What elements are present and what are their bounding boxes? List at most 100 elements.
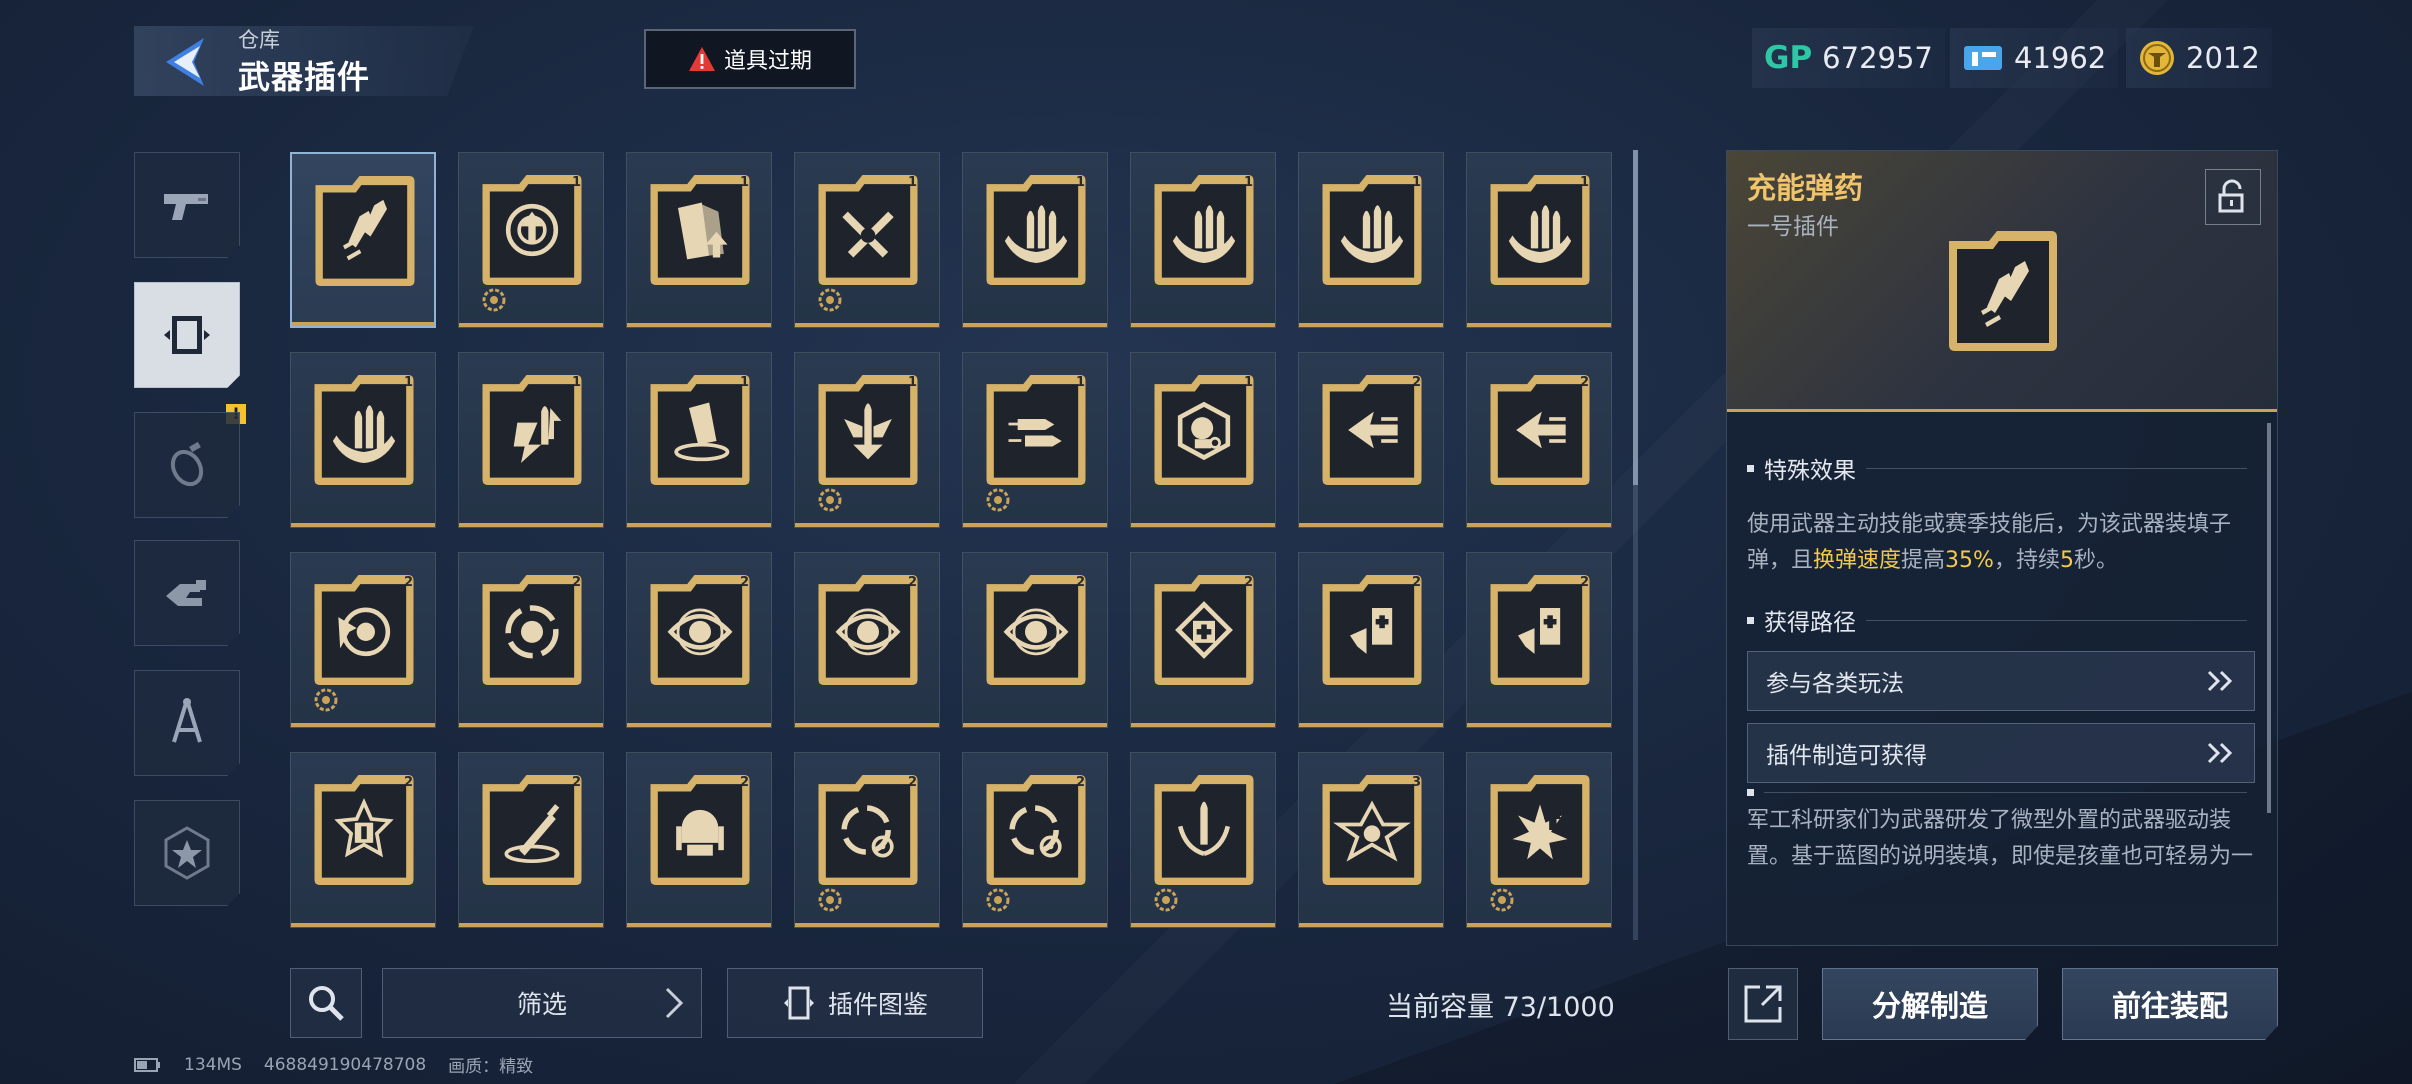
plugin-slot-card[interactable]: 3 xyxy=(1298,752,1444,928)
plugin-slot-card[interactable] xyxy=(1466,752,1612,928)
plugin-level: 1 xyxy=(1075,375,1085,390)
plugin-slot-card[interactable]: 2 xyxy=(1298,552,1444,728)
bullets-rocket-icon xyxy=(1949,231,2057,351)
plugin-slot-card[interactable]: 1 xyxy=(1466,152,1612,328)
side-tab-gear[interactable] xyxy=(134,540,240,646)
plugin-slot-card[interactable]: 2 xyxy=(290,752,436,928)
currency-ticket[interactable]: 41962 xyxy=(1950,28,2119,88)
plugin-slot-card[interactable]: 1 xyxy=(794,152,940,328)
page-title: 武器插件 xyxy=(238,58,371,96)
plugin-level: 2 xyxy=(571,775,581,790)
grid-scroll-thumb[interactable] xyxy=(1633,150,1638,485)
compass-icon xyxy=(172,698,202,743)
plugin-slot: 一号插件 xyxy=(1747,214,1839,240)
plugin-slot-card[interactable]: 1 xyxy=(626,352,772,528)
currency-ticket-value: 41962 xyxy=(2014,41,2107,75)
plugin-level: 1 xyxy=(1411,175,1421,190)
hand-gear-icon xyxy=(166,580,206,606)
plugin-slot-card[interactable]: 1 xyxy=(458,352,604,528)
plugin-level: 2 xyxy=(403,775,413,790)
plugin-level: 1 xyxy=(403,375,413,390)
route-label: 参与各类玩法 xyxy=(1766,671,1904,697)
plugin-slot-card[interactable] xyxy=(1130,752,1276,928)
divider xyxy=(1764,791,2247,793)
dismantle-craft-button[interactable]: 分解制造 xyxy=(1822,968,2038,1040)
equipped-gear-icon xyxy=(1151,885,1181,915)
go-equip-button[interactable]: 前往装配 xyxy=(2062,968,2278,1040)
side-tab-weapons[interactable] xyxy=(134,152,240,258)
plugin-slot-card[interactable]: 1 xyxy=(1130,352,1276,528)
search-icon xyxy=(309,986,344,1021)
plugin-slot-card[interactable]: 1 xyxy=(962,152,1108,328)
detail-scrollbar[interactable] xyxy=(2267,423,2271,813)
catalog-icon xyxy=(783,986,814,1020)
plugin-catalog-label: 插件图鉴 xyxy=(827,990,928,1019)
currency-gp[interactable]: GP 672957 xyxy=(1752,28,1945,88)
equipped-gear-icon xyxy=(1487,885,1517,915)
plugin-slot-card[interactable]: 2 xyxy=(1466,552,1612,728)
effect-text: 秒。 xyxy=(2073,548,2118,573)
side-tab-badges[interactable] xyxy=(134,800,240,906)
lore-text: 军工科研家们为武器研发了微型外置的武器驱动装置。基于蓝图的说明装填，即使是孩童也… xyxy=(1747,808,2254,869)
side-tab-plugins[interactable] xyxy=(134,282,240,388)
plugin-slot-card[interactable]: 1 xyxy=(1130,152,1276,328)
unlock-icon xyxy=(2218,179,2244,213)
plugin-slot-card[interactable]: 2 xyxy=(962,552,1108,728)
back-icon[interactable] xyxy=(160,34,210,90)
plugin-slot-card[interactable] xyxy=(290,152,436,328)
plugin-level: 1 xyxy=(1075,175,1085,190)
plugin-slot-card[interactable]: 2 xyxy=(1466,352,1612,528)
currency-coin[interactable]: 2012 xyxy=(2126,28,2272,88)
plugin-slot-card[interactable]: 1 xyxy=(458,152,604,328)
filter-label: 筛选 xyxy=(516,990,567,1019)
plugin-level: 1 xyxy=(1243,375,1253,390)
item-expired-button[interactable]: 道具过期 xyxy=(644,29,856,89)
source-route-crafting[interactable]: 插件制造可获得 xyxy=(1747,723,2255,783)
capacity-text: 当前容量 73/1000 xyxy=(1386,992,1615,1023)
source-section-title: 获得路径 xyxy=(1747,603,2247,637)
lock-button[interactable] xyxy=(2205,169,2261,225)
plugin-slot-card[interactable]: 1 xyxy=(962,352,1108,528)
side-tab-blueprints[interactable] xyxy=(134,670,240,776)
plugin-slot-card[interactable]: 2 xyxy=(290,552,436,728)
equipped-gear-icon xyxy=(479,285,509,315)
warning-icon xyxy=(688,47,715,71)
plugin-slot-card[interactable]: 2 xyxy=(1130,552,1276,728)
plugin-chip-icon xyxy=(164,316,210,354)
plugin-slot-card[interactable]: 2 xyxy=(794,752,940,928)
plugin-level: 1 xyxy=(1579,175,1589,190)
currency-coin-value: 2012 xyxy=(2186,41,2260,75)
plugin-level: 1 xyxy=(571,175,581,190)
search-button[interactable] xyxy=(290,968,362,1038)
lore-divider xyxy=(1747,791,2247,793)
currency-gp-value: 672957 xyxy=(1822,41,1933,75)
plugin-slot-card[interactable]: 2 xyxy=(626,552,772,728)
divider xyxy=(1866,467,2247,469)
plugin-catalog-button[interactable]: 插件图鉴 xyxy=(727,968,983,1038)
plugin-slot-card[interactable]: 2 xyxy=(794,552,940,728)
chevron-right-icon xyxy=(665,987,684,1019)
plugin-slot-card[interactable]: 1 xyxy=(626,152,772,328)
side-tab-grenades[interactable] xyxy=(134,412,240,518)
plugin-slot-card[interactable]: 2 xyxy=(458,552,604,728)
plugin-level: 2 xyxy=(1075,575,1085,590)
plugin-slot-card[interactable]: 2 xyxy=(1298,352,1444,528)
plugin-level: 1 xyxy=(571,375,581,390)
effect-text: ，持续 xyxy=(1993,548,2060,573)
effect-highlight-percent: 35% xyxy=(1945,548,1994,573)
source-route-gameplay[interactable]: 参与各类玩法 xyxy=(1747,651,2255,711)
plugin-slot-card[interactable]: 2 xyxy=(962,752,1108,928)
plugin-slot-card[interactable]: 2 xyxy=(458,752,604,928)
detail-header: 充能弹药 一号插件 xyxy=(1727,151,2277,412)
battery-icon xyxy=(134,1057,160,1072)
plugin-name: 充能弹药 xyxy=(1747,171,1864,205)
plugin-slot-card[interactable]: 2 xyxy=(626,752,772,928)
plugin-level: 2 xyxy=(1243,575,1253,590)
share-button[interactable] xyxy=(1728,968,1798,1040)
plugin-slot-card[interactable]: 1 xyxy=(794,352,940,528)
status-bar: 134MS 468849190478708 画质：精致 xyxy=(134,1052,533,1077)
coin-icon xyxy=(2140,41,2174,75)
filter-button[interactable]: 筛选 xyxy=(382,968,702,1038)
plugin-slot-card[interactable]: 1 xyxy=(290,352,436,528)
plugin-slot-card[interactable]: 1 xyxy=(1298,152,1444,328)
